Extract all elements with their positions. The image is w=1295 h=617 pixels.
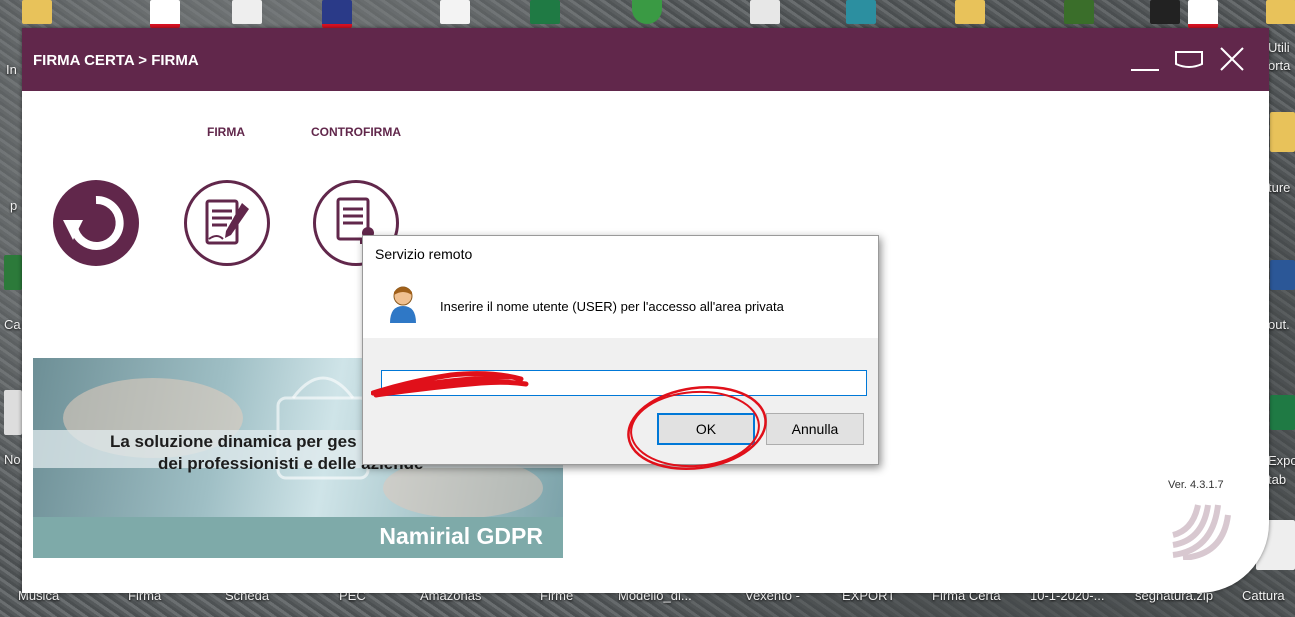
- desktop-folder-icon[interactable]: [1266, 0, 1295, 24]
- desktop-label: In: [6, 62, 17, 77]
- dialog-message: Inserire il nome utente (USER) per l'acc…: [440, 299, 784, 314]
- dialog-title: Servizio remoto: [375, 246, 473, 262]
- desktop-pdf-icon[interactable]: [322, 0, 352, 28]
- desktop-pdf-icon[interactable]: [150, 0, 180, 28]
- desktop-file-icon[interactable]: [1064, 0, 1094, 24]
- banner-footer: Namirial GDPR: [33, 517, 563, 558]
- desktop-chrome-icon[interactable]: [632, 0, 662, 24]
- banner-brand: Namirial GDPR: [379, 523, 543, 549]
- desktop-word-icon[interactable]: [1270, 260, 1295, 290]
- desktop-app-icon[interactable]: [4, 390, 22, 435]
- document-sign-icon: [205, 199, 249, 245]
- user-icon: [390, 286, 416, 323]
- desktop-label: No: [4, 452, 21, 467]
- firma-sign-button[interactable]: [184, 180, 270, 266]
- tab-controfirma[interactable]: CONTROFIRMA: [311, 125, 401, 139]
- close-icon[interactable]: [1213, 40, 1253, 78]
- desktop-label: Utili: [1268, 40, 1290, 55]
- desktop-label: Expo: [1268, 453, 1295, 468]
- refresh-button[interactable]: [53, 180, 139, 266]
- desktop-label: orta: [1268, 58, 1291, 73]
- version-label: Ver. 4.3.1.7: [1168, 479, 1224, 491]
- dialog-titlebar[interactable]: Servizio remoto: [363, 236, 878, 276]
- desktop-folder-icon[interactable]: [1270, 112, 1295, 152]
- desktop-excel-icon[interactable]: [530, 0, 560, 24]
- desktop-folder-icon[interactable]: [955, 0, 985, 24]
- maximize-icon[interactable]: [1169, 40, 1209, 78]
- desktop-label: p: [10, 198, 18, 213]
- ok-button[interactable]: OK: [657, 413, 755, 445]
- namirial-logo-icon: [1172, 504, 1231, 560]
- tab-firma[interactable]: FIRMA: [207, 125, 245, 139]
- window-title: FIRMA CERTA > FIRMA: [33, 52, 199, 69]
- desktop-label: tab: [1268, 472, 1287, 487]
- refresh-icon: [63, 195, 124, 250]
- desktop-excel-icon[interactable]: [1270, 395, 1295, 430]
- desktop-app-icon[interactable]: [4, 255, 22, 290]
- dialog-message-area: Inserire il nome utente (USER) per l'acc…: [363, 276, 878, 338]
- desktop-app-icon[interactable]: [846, 0, 876, 24]
- desktop-label: out.: [1268, 317, 1290, 332]
- desktop-file-icon[interactable]: [1150, 0, 1180, 24]
- desktop-label: ture: [1268, 180, 1291, 195]
- window-titlebar[interactable]: FIRMA CERTA > FIRMA: [22, 28, 1269, 91]
- desktop-file-icon[interactable]: [750, 0, 780, 24]
- cancel-button[interactable]: Annulla: [766, 413, 864, 445]
- desktop-label: Ca: [4, 317, 21, 332]
- desktop-file-icon[interactable]: [440, 0, 470, 24]
- minimize-icon[interactable]: [1125, 40, 1165, 78]
- desktop-label[interactable]: Cattura: [1242, 588, 1285, 603]
- desktop-folder-icon[interactable]: [22, 0, 52, 24]
- desktop-pdf-icon[interactable]: [1188, 0, 1218, 28]
- username-input[interactable]: [381, 370, 867, 396]
- banner-tagline-line1: La soluzione dinamica per ges: [110, 432, 357, 451]
- servizio-remoto-dialog: Servizio remoto Inserire il nome utente …: [362, 235, 879, 471]
- desktop-document-icon[interactable]: [232, 0, 262, 24]
